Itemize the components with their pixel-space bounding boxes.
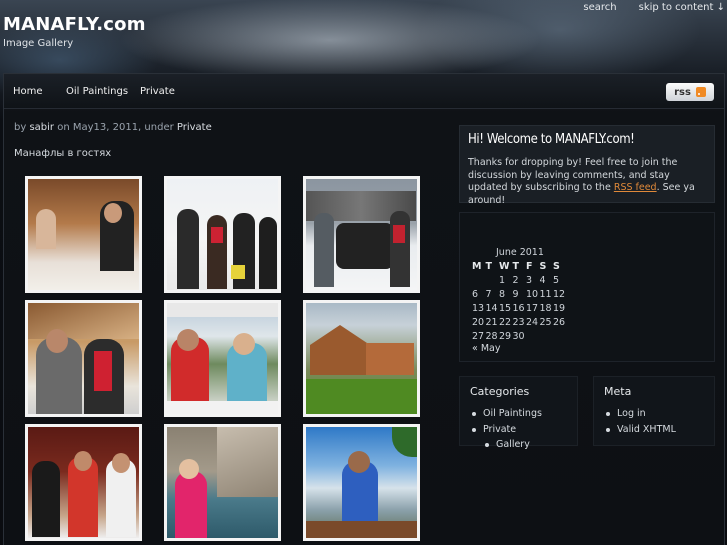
calendar-day: 4 — [539, 274, 546, 286]
calendar-day: 11 — [539, 288, 552, 300]
calendar-prev-month-link[interactable]: « May — [472, 343, 500, 354]
welcome-text: Thanks for dropping by! Feel free to joi… — [468, 157, 710, 207]
nav-item-home[interactable]: Home — [13, 86, 43, 97]
post-title[interactable]: Манафлы в гостях — [14, 148, 111, 159]
site-description: Image Gallery — [3, 38, 74, 49]
calendar-week: 1 2 3 4 5 — [472, 273, 567, 287]
calendar-week: 27 28 29 30 — [472, 329, 567, 343]
rss-label: rss — [674, 86, 691, 98]
calendar-day: 5 — [553, 274, 560, 286]
calendar-day: 18 — [539, 302, 552, 314]
category-item-private[interactable]: Private — [470, 424, 542, 440]
meta-widget: Meta Log in Valid XHTML — [593, 376, 715, 446]
calendar-day-header: T — [512, 260, 519, 272]
calendar-day: 20 — [472, 316, 485, 328]
rss-feed-icon — [695, 87, 706, 97]
category-item-oil-paintings[interactable]: Oil Paintings — [470, 408, 542, 424]
search-link[interactable]: search — [583, 2, 616, 13]
calendar-day: 3 — [526, 274, 533, 286]
main-container: Home Oil Paintings Private rss by sabir … — [3, 73, 725, 545]
meta-list: Log in Valid XHTML — [604, 408, 676, 439]
calendar-day: 29 — [499, 330, 512, 342]
calendar-day: 28 — [485, 330, 498, 342]
gallery-photo[interactable] — [164, 424, 281, 541]
gallery-photo[interactable] — [164, 300, 281, 417]
gallery-photo[interactable] — [303, 300, 420, 417]
calendar-day: 21 — [485, 316, 498, 328]
calendar-widget: June 2011 M T W T F S S 1 2 3 4 5 6 7 8 … — [459, 212, 715, 362]
calendar-week: 20 21 22 23 24 25 26 — [472, 315, 567, 329]
skip-to-content-link[interactable]: skip to content ↓ — [639, 2, 725, 13]
calendar-day: 8 — [499, 288, 506, 300]
calendar-grid: M T W T F S S 1 2 3 4 5 6 7 8 9 10 11 12… — [472, 259, 567, 343]
nav-item-oil-paintings[interactable]: Oil Paintings — [66, 86, 128, 97]
welcome-title: Hi! Welcome to MANAFLY.com! — [468, 132, 635, 147]
main-nav: Home Oil Paintings Private rss — [4, 74, 724, 109]
category-item-gallery[interactable]: Gallery — [483, 439, 542, 455]
calendar-day: 12 — [553, 288, 566, 300]
calendar-day: 23 — [512, 316, 525, 328]
gallery-photo[interactable] — [303, 424, 420, 541]
calendar-day: 13 — [472, 302, 485, 314]
meta-date-label: on May13, 2011, under — [57, 122, 174, 133]
author-link[interactable]: sabir — [29, 122, 54, 133]
calendar-day: 6 — [472, 288, 479, 300]
calendar-day: 22 — [499, 316, 512, 328]
calendar-day-header: T — [485, 260, 492, 272]
calendar-week: 6 7 8 9 10 11 12 — [472, 287, 567, 301]
meta-title: Meta — [604, 385, 632, 398]
meta-item-valid-xhtml[interactable]: Valid XHTML — [604, 424, 676, 440]
nav-item-private[interactable]: Private — [140, 86, 175, 97]
calendar-day: 16 — [512, 302, 525, 314]
categories-title: Categories — [470, 385, 530, 398]
gallery-photo[interactable] — [25, 176, 142, 293]
categories-list: Oil Paintings Private Gallery — [470, 408, 542, 455]
post-meta: by sabir on May13, 2011, under Private — [14, 122, 212, 133]
calendar-day-header: M — [472, 260, 482, 272]
top-links: search skip to content ↓ — [583, 2, 727, 13]
calendar-day: 15 — [499, 302, 512, 314]
site-title[interactable]: MANAFLY.com — [3, 14, 146, 35]
calendar-day: 2 — [512, 274, 519, 286]
welcome-box: Hi! Welcome to MANAFLY.com! Thanks for d… — [459, 125, 715, 206]
calendar-day: 25 — [539, 316, 552, 328]
rss-feed-link[interactable]: RSS feed — [614, 182, 657, 193]
calendar-day: 10 — [526, 288, 539, 300]
calendar-week: 13 14 15 16 17 18 19 — [472, 301, 567, 315]
calendar-day: 24 — [526, 316, 539, 328]
calendar-day: 26 — [553, 316, 566, 328]
calendar-day: 1 — [499, 274, 506, 286]
calendar-day: 9 — [512, 288, 519, 300]
rss-button[interactable]: rss — [666, 83, 714, 101]
calendar-day: 30 — [512, 330, 525, 342]
calendar-caption: June 2011 — [496, 247, 544, 258]
calendar-day-header: S — [553, 260, 560, 272]
calendar-day-header: F — [526, 260, 533, 272]
calendar-day: 17 — [526, 302, 539, 314]
meta-by-label: by — [14, 122, 27, 133]
gallery-photo[interactable] — [25, 424, 142, 541]
gallery-photo[interactable] — [303, 176, 420, 293]
calendar-header-row: M T W T F S S — [472, 259, 567, 273]
calendar-day: 27 — [472, 330, 485, 342]
calendar-day-header: S — [539, 260, 547, 272]
gallery-photo[interactable] — [25, 300, 142, 417]
categories-widget: Categories Oil Paintings Private Gallery — [459, 376, 578, 450]
category-link[interactable]: Private — [177, 122, 212, 133]
meta-item-log-in[interactable]: Log in — [604, 408, 676, 424]
gallery-photo[interactable] — [164, 176, 281, 293]
calendar-day: 14 — [485, 302, 498, 314]
calendar-day: 7 — [485, 288, 492, 300]
calendar-day: 19 — [553, 302, 566, 314]
calendar-day-header: W — [499, 260, 510, 272]
